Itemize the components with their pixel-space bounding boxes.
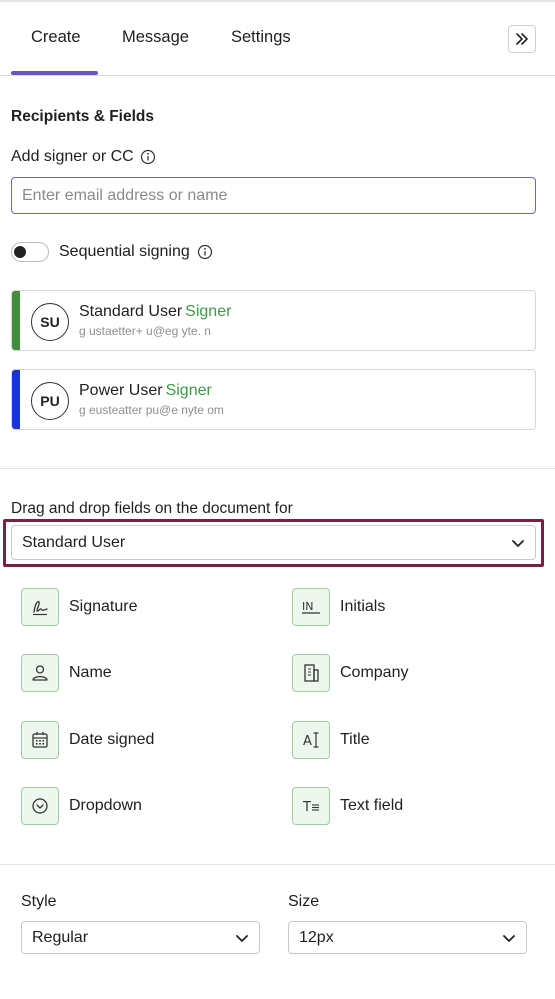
field-text-field[interactable]: T Text field bbox=[292, 787, 403, 825]
email-input[interactable] bbox=[11, 177, 536, 214]
field-signature[interactable]: Signature bbox=[21, 588, 138, 626]
tab-bar: Create Message Settings bbox=[0, 2, 555, 76]
recipient-name-line: Power User Signer bbox=[79, 382, 212, 400]
chevron-down-icon bbox=[512, 540, 524, 547]
toggle-knob bbox=[14, 246, 26, 258]
recipient-email-text: g ustaetter+ u@eg yte. n bbox=[79, 324, 211, 338]
building-icon bbox=[292, 654, 330, 692]
recipient-select-value: Standard User bbox=[22, 533, 126, 551]
add-signer-label: Add signer or CC bbox=[11, 148, 156, 166]
size-label: Size bbox=[288, 893, 320, 910]
info-icon[interactable] bbox=[140, 149, 156, 165]
field-initials[interactable]: IN Initials bbox=[292, 588, 385, 626]
field-label: Initials bbox=[340, 598, 386, 615]
person-icon bbox=[21, 654, 59, 692]
collapse-panel-button[interactable] bbox=[508, 25, 536, 53]
svg-text:T: T bbox=[302, 800, 311, 815]
style-select-value: Regular bbox=[32, 928, 89, 946]
recipient-card[interactable]: SU Standard User Signer g ustaetter+ u@eg… bbox=[11, 290, 536, 351]
recipient-name: Power User bbox=[79, 382, 163, 399]
recipient-role: Signer bbox=[185, 303, 232, 320]
recipient-name-line: Standard User Signer bbox=[79, 303, 231, 321]
tab-message[interactable]: Message bbox=[122, 28, 189, 47]
field-label: Dropdown bbox=[69, 797, 142, 814]
field-label: Date signed bbox=[69, 731, 155, 748]
chevron-down-icon bbox=[236, 935, 248, 942]
field-label: Company bbox=[340, 664, 409, 681]
chevron-down-icon bbox=[503, 935, 515, 942]
tab-create[interactable]: Create bbox=[31, 28, 81, 47]
recipient-select[interactable]: Standard User bbox=[11, 525, 536, 560]
divider bbox=[0, 864, 555, 865]
style-label: Style bbox=[21, 893, 57, 910]
dropdown-circle-icon bbox=[21, 787, 59, 825]
field-date-signed[interactable]: Date signed bbox=[21, 721, 154, 759]
field-label: Text field bbox=[340, 797, 404, 814]
calendar-icon bbox=[21, 721, 59, 759]
field-label: Name bbox=[69, 664, 112, 681]
text-field-icon: T bbox=[292, 787, 330, 825]
add-signer-text: Add signer or CC bbox=[11, 148, 134, 165]
recipient-email-text: g eusteatter pu@e nyte om bbox=[79, 403, 224, 417]
avatar: SU bbox=[31, 303, 69, 341]
recipient-email: g eusteatter pu@e nyte om bbox=[79, 403, 224, 417]
style-select[interactable]: Regular bbox=[21, 921, 260, 954]
sequential-signing-label: Sequential signing bbox=[59, 243, 213, 261]
field-company[interactable]: Company bbox=[292, 654, 408, 692]
tab-settings[interactable]: Settings bbox=[231, 28, 291, 47]
double-chevron-right-icon bbox=[516, 33, 528, 45]
svg-text:A: A bbox=[303, 734, 312, 749]
field-name[interactable]: Name bbox=[21, 654, 112, 692]
field-title[interactable]: A Title bbox=[292, 721, 370, 759]
field-label: Signature bbox=[69, 598, 138, 615]
info-icon[interactable] bbox=[197, 244, 213, 260]
size-select-value: 12px bbox=[299, 928, 334, 946]
recipient-color-bar bbox=[12, 370, 20, 429]
divider bbox=[0, 468, 555, 469]
signature-icon bbox=[21, 588, 59, 626]
text-cursor-icon: A bbox=[292, 721, 330, 759]
initials-icon: IN bbox=[292, 588, 330, 626]
avatar: PU bbox=[31, 382, 69, 420]
field-label: Title bbox=[340, 731, 370, 748]
svg-text:IN: IN bbox=[302, 600, 313, 613]
active-tab-indicator bbox=[11, 71, 98, 75]
recipient-name: Standard User bbox=[79, 303, 183, 320]
size-select[interactable]: 12px bbox=[288, 921, 527, 954]
field-dropdown[interactable]: Dropdown bbox=[21, 787, 142, 825]
recipient-card[interactable]: PU Power User Signer g eusteatter pu@e ny… bbox=[11, 369, 536, 430]
sequential-signing-text: Sequential signing bbox=[59, 243, 190, 260]
section-title: Recipients & Fields bbox=[11, 108, 154, 125]
drag-drop-label: Drag and drop fields on the document for bbox=[11, 500, 293, 517]
recipient-email: g ustaetter+ u@eg yte. n bbox=[79, 324, 211, 338]
sequential-signing-toggle[interactable] bbox=[11, 242, 49, 262]
recipient-role: Signer bbox=[165, 382, 212, 399]
recipient-color-bar bbox=[12, 291, 20, 350]
